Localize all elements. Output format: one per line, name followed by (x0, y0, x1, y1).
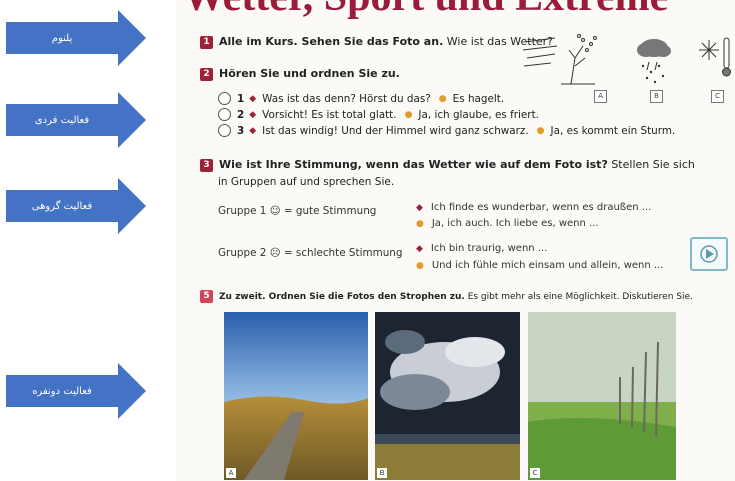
dialogue-answer: Ja, ich glaube, es friert. (418, 108, 539, 121)
group-2-response-2: ● Und ich fühle mich einsam und allein, w… (416, 260, 663, 271)
circle-icon: ● (438, 93, 447, 104)
diamond-icon: ◆ (416, 244, 423, 254)
radio-button[interactable] (218, 108, 231, 121)
arrow-label-pair: فعالیت دونفره (32, 385, 92, 397)
radio-button[interactable] (218, 124, 231, 137)
task-5: 5 Zu zweit. Ordnen Sie die Fotos den Stro… (200, 290, 693, 303)
item-number: 1 (237, 92, 245, 105)
dialogue-item: 1 ◆ Was ist das denn? Hörst du das? ● Es hag… (218, 92, 504, 105)
frost-icon (699, 37, 731, 77)
landscape-road-image (224, 312, 368, 480)
group-1-label: Gruppe 1 ☺ = gute Stimmung (218, 205, 377, 217)
group-2-label: Gruppe 2 ☹ = schlechte Stimmung (218, 247, 403, 259)
task-5-instruction: Zu zweit. Ordnen Sie die Fotos den Strop… (219, 292, 465, 302)
task-1-instruction: Alle im Kurs. Sehen Sie das Foto an. (219, 35, 444, 48)
arrow-plenum: پلنوم (6, 10, 146, 66)
photo-b: B (375, 312, 520, 480)
circle-icon: ● (536, 125, 545, 136)
arrow-pair: فعالیت دونفره (6, 363, 146, 419)
diamond-icon: ◆ (249, 125, 257, 136)
task-3-line2: in Gruppen auf und sprechen Sie. (218, 176, 395, 188)
circle-icon: ● (404, 109, 413, 120)
circle-icon: ● (416, 261, 424, 271)
task-2: 2 Hören Sie und ordnen Sie zu. (200, 67, 400, 81)
weather-icon-strip (522, 34, 731, 85)
photo-a: A (224, 312, 368, 480)
dialogue-answer: Es hagelt. (452, 92, 505, 105)
response-text: Ich finde es wunderbar, wenn es draußen … (430, 202, 652, 213)
arrow-group: فعالیت گروهی (6, 178, 146, 234)
icon-caption-c: C (711, 90, 724, 103)
dialogue-item: 2 ◆ Vorsicht! Es ist total glatt. ● Ja, ich … (218, 108, 539, 121)
task-2-instruction: Hören Sie und ordnen Sie zu. (219, 67, 400, 80)
foggy-field-image (528, 312, 676, 480)
task-number: 3 (200, 158, 213, 172)
group-1-response-2: ● Ja, ich auch. Ich liebe es, wenn ... (416, 218, 599, 229)
group-2-response-1: ◆ Ich bin traurig, wenn ... (416, 243, 547, 254)
task-5-note: Es gibt mehr als eine Möglichkeit. Disku… (467, 292, 693, 302)
arrow-individual: فعالیت فردی (6, 92, 146, 148)
textbook-page: Wetter, Sport und Extreme 1 Alle im Kurs.… (176, 0, 735, 481)
video-play-button[interactable] (690, 237, 728, 271)
hail-cloud-icon (637, 39, 671, 84)
dialogue-answer: Ja, es kommt ein Sturm. (550, 124, 676, 137)
item-number: 3 (237, 124, 245, 137)
group-1-response-1: ◆ Ich finde es wunderbar, wenn es draußen… (416, 202, 651, 213)
dialogue-question: Vorsicht! Es ist total glatt. (262, 108, 397, 121)
task-1: 1 Alle im Kurs. Sehen Sie das Foto an. Wi… (200, 35, 553, 49)
icon-caption-a: A (594, 90, 607, 103)
arrow-label-group: فعالیت گروهی (31, 200, 93, 212)
storm-clouds-image (375, 312, 520, 480)
radio-button[interactable] (218, 92, 231, 105)
task-number: 1 (200, 35, 213, 49)
arrow-label-individual: فعالیت فردی (34, 114, 90, 126)
dialogue-item: 3 ◆ Ist das windig! Und der Himmel wird ga… (218, 124, 675, 137)
weather-icons: A B C (521, 28, 735, 103)
photo-c: C (528, 312, 676, 480)
task-3-question: Wie ist Ihre Stimmung, wenn das Wetter w… (219, 158, 608, 171)
response-text: Ich bin traurig, wenn ... (430, 243, 548, 254)
icon-caption-b: B (650, 90, 663, 103)
task-3-instruction: Stellen Sie sich (611, 158, 695, 171)
play-icon (700, 245, 718, 263)
photo-label: A (226, 468, 236, 478)
response-text: Ja, ich auch. Ich liebe es, wenn ... (431, 218, 599, 229)
photo-label: B (377, 468, 387, 478)
task-3: 3 Wie ist Ihre Stimmung, wenn das Wetter … (200, 158, 695, 172)
task-number: 5 (200, 290, 213, 303)
task-number: 2 (200, 67, 213, 81)
item-number: 2 (237, 108, 245, 121)
diamond-icon: ◆ (416, 203, 423, 213)
dialogue-question: Was ist das denn? Hörst du das? (262, 92, 431, 105)
diamond-icon: ◆ (249, 93, 257, 104)
diamond-icon: ◆ (249, 109, 257, 120)
wind-tree-icon (522, 34, 597, 85)
page-title: Wetter, Sport und Extreme (183, 0, 668, 21)
arrow-label-plenum: پلنوم (51, 32, 73, 44)
photo-label: C (530, 468, 540, 478)
dialogue-question: Ist das windig! Und der Himmel wird ganz… (262, 124, 529, 137)
response-text: Und ich fühle mich einsam und allein, we… (431, 260, 664, 271)
circle-icon: ● (416, 219, 424, 229)
